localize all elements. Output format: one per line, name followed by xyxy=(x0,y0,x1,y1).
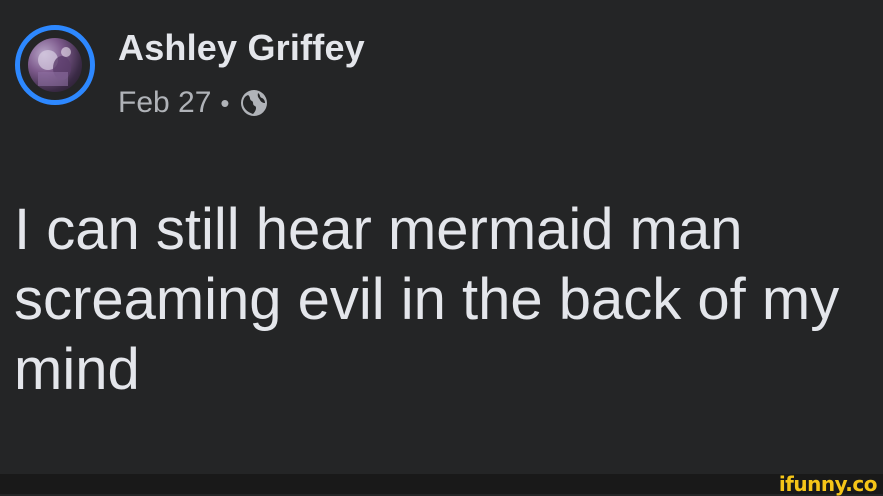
post-text: I can still hear mermaid man screaming e… xyxy=(14,197,840,402)
avatar-photo-icon xyxy=(38,47,71,86)
post-date[interactable]: Feb 27 xyxy=(118,86,211,120)
globe-icon[interactable] xyxy=(239,88,269,118)
avatar-image xyxy=(28,38,82,92)
post-meta: Feb 27 • xyxy=(118,86,269,120)
meta-separator: • xyxy=(220,87,230,118)
post-card: Ashley Griffey Feb 27 • I can still hear… xyxy=(0,0,883,474)
profile-avatar[interactable] xyxy=(15,25,95,105)
watermark-bar xyxy=(0,474,883,494)
author-name[interactable]: Ashley Griffey xyxy=(118,27,365,69)
watermark-logo: ifunny.co xyxy=(778,472,878,496)
